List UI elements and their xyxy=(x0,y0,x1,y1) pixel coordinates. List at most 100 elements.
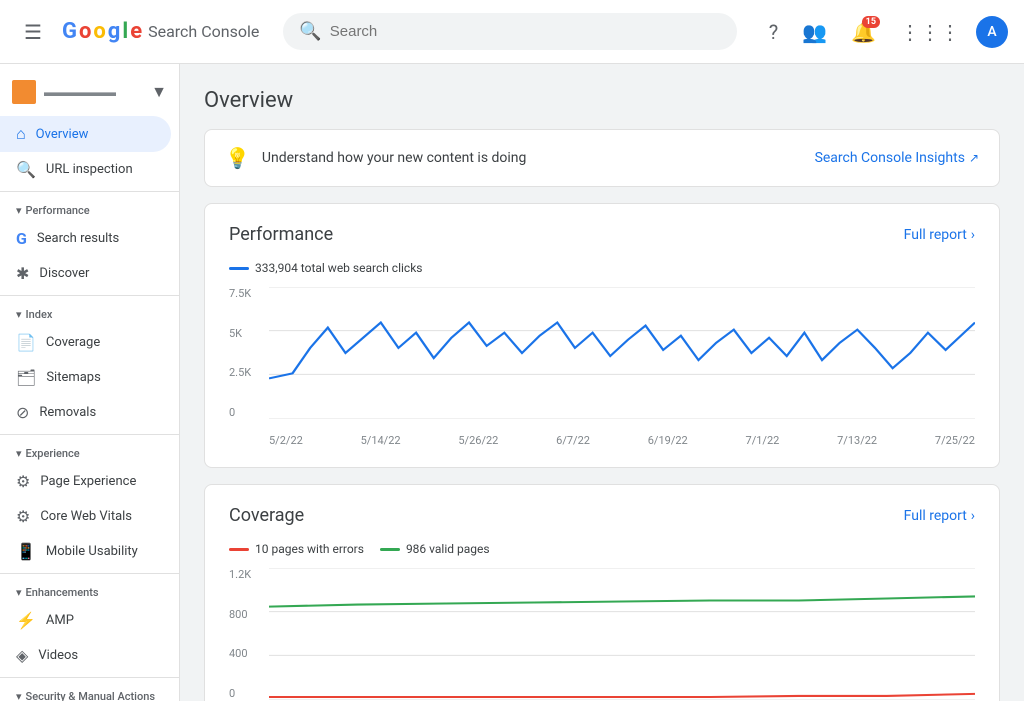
coverage-legend: 10 pages with errors 986 valid pages xyxy=(229,542,975,556)
videos-icon: ◈ xyxy=(16,646,28,665)
app-logo: Google Search Console xyxy=(62,19,259,44)
discover-icon: ✱ xyxy=(16,264,29,283)
x-label: 5/2/22 xyxy=(269,434,303,447)
sidebar-item-coverage[interactable]: 📄 Coverage xyxy=(0,325,171,360)
sidebar-item-mobile-usability[interactable]: 📱 Mobile Usability xyxy=(0,534,171,569)
y-label: 1.2K xyxy=(229,568,265,581)
notification-icon[interactable]: 🔔 15 xyxy=(843,12,884,52)
x-label: 5/26/22 xyxy=(458,434,498,447)
sidebar-item-label: Search results xyxy=(37,231,119,246)
google-g-icon: G xyxy=(16,229,27,248)
section-index[interactable]: ▾ Index xyxy=(0,300,179,325)
performance-card: Performance Full report › 333,904 total … xyxy=(204,203,1000,468)
divider xyxy=(0,295,179,296)
sidebar-item-label: Core Web Vitals xyxy=(40,509,132,524)
section-label: Experience xyxy=(26,447,80,460)
chevron-right-icon: › xyxy=(971,508,975,524)
cwv-icon: ⚙ xyxy=(16,507,30,526)
sidebar-item-videos[interactable]: ◈ Videos xyxy=(0,638,171,673)
coverage-card-header: Coverage Full report › xyxy=(229,505,975,526)
sidebar-item-removals[interactable]: ⊘ Removals xyxy=(0,395,171,430)
insight-left: 💡 Understand how your new content is doi… xyxy=(225,146,526,170)
hamburger-icon[interactable]: ☰ xyxy=(16,12,50,52)
divider xyxy=(0,677,179,678)
logo-o1: o xyxy=(79,19,91,44)
legend-errors: 10 pages with errors xyxy=(229,542,364,556)
app-title: Search Console xyxy=(148,22,259,41)
sidebar-item-label: Removals xyxy=(39,405,96,420)
section-arrow: ▾ xyxy=(16,447,22,460)
section-arrow: ▾ xyxy=(16,586,22,599)
property-icon xyxy=(12,80,36,104)
section-label: Index xyxy=(26,308,53,321)
sidebar-item-amp[interactable]: ⚡ AMP xyxy=(0,603,171,638)
insight-link[interactable]: Search Console Insights ↗ xyxy=(815,150,979,166)
y-label: 800 xyxy=(229,608,265,621)
legend-line-errors xyxy=(229,548,249,551)
topbar-left: ☰ Google Search Console xyxy=(16,12,259,52)
mobile-icon: 📱 xyxy=(16,542,36,561)
section-experience[interactable]: ▾ Experience xyxy=(0,439,179,464)
bulb-icon: 💡 xyxy=(225,146,250,170)
sidebar: ▬▬▬▬▬▬ ▼ ⌂ Overview 🔍 URL inspection ▾ P… xyxy=(0,64,180,701)
x-label: 7/13/22 xyxy=(837,434,877,447)
page-exp-icon: ⚙ xyxy=(16,472,30,491)
sidebar-item-label: Page Experience xyxy=(40,474,136,489)
perf-y-labels: 7.5K 5K 2.5K 0 xyxy=(229,287,265,419)
people-icon[interactable]: 👥 xyxy=(794,12,835,52)
legend-clicks-label: 333,904 total web search clicks xyxy=(255,261,422,275)
performance-title: Performance xyxy=(229,224,333,245)
sidebar-item-label: Overview xyxy=(36,127,89,142)
performance-chart: 7.5K 5K 2.5K 0 xyxy=(229,287,975,447)
x-label: 7/1/22 xyxy=(746,434,780,447)
sidebar-item-label: Mobile Usability xyxy=(46,544,138,559)
search-input[interactable] xyxy=(330,23,721,40)
help-icon[interactable]: ? xyxy=(761,12,786,52)
main-content: Overview 💡 Understand how your new conte… xyxy=(180,64,1024,701)
logo-e: e xyxy=(130,19,142,44)
y-label: 5K xyxy=(229,327,265,340)
property-selector[interactable]: ▬▬▬▬▬▬ ▼ xyxy=(0,72,179,112)
coverage-card: Coverage Full report › 10 pages with err… xyxy=(204,484,1000,701)
cov-y-labels: 1.2K 800 400 0 xyxy=(229,568,265,700)
x-label: 5/14/22 xyxy=(361,434,401,447)
legend-valid: 986 valid pages xyxy=(380,542,490,556)
section-enhancements[interactable]: ▾ Enhancements xyxy=(0,578,179,603)
full-report-label: Full report xyxy=(904,508,967,524)
performance-card-header: Performance Full report › xyxy=(229,224,975,245)
sidebar-item-label: URL inspection xyxy=(46,162,133,177)
sidebar-item-label: Sitemaps xyxy=(46,370,101,385)
search-bar[interactable]: 🔍 xyxy=(283,13,736,50)
sidebar-item-label: Coverage xyxy=(46,335,100,350)
section-label: Enhancements xyxy=(26,586,99,599)
full-report-label: Full report xyxy=(904,227,967,243)
logo-g: G xyxy=(62,19,77,44)
cov-chart-area xyxy=(269,568,975,700)
y-label: 400 xyxy=(229,647,265,660)
sidebar-item-search-results[interactable]: G Search results xyxy=(0,221,171,256)
y-label: 0 xyxy=(229,687,265,700)
topbar-right: ? 👥 🔔 15 ⋮⋮⋮ A xyxy=(761,12,1008,52)
sidebar-item-discover[interactable]: ✱ Discover xyxy=(0,256,171,291)
section-performance[interactable]: ▾ Performance xyxy=(0,196,179,221)
removals-icon: ⊘ xyxy=(16,403,29,422)
y-label: 0 xyxy=(229,406,265,419)
sidebar-item-page-experience[interactable]: ⚙ Page Experience xyxy=(0,464,171,499)
sidebar-item-overview[interactable]: ⌂ Overview xyxy=(0,116,171,152)
divider xyxy=(0,573,179,574)
property-name: ▬▬▬▬▬▬ xyxy=(44,85,143,99)
coverage-full-report-link[interactable]: Full report › xyxy=(904,508,975,524)
section-arrow: ▾ xyxy=(16,690,22,701)
section-security[interactable]: ▾ Security & Manual Actions xyxy=(0,682,179,701)
sidebar-item-sitemaps[interactable]: 🗂 Sitemaps xyxy=(0,360,171,395)
sidebar-item-core-web-vitals[interactable]: ⚙ Core Web Vitals xyxy=(0,499,171,534)
legend-valid-label: 986 valid pages xyxy=(406,542,490,556)
avatar[interactable]: A xyxy=(976,16,1008,48)
y-label: 7.5K xyxy=(229,287,265,300)
sidebar-item-url-inspection[interactable]: 🔍 URL inspection xyxy=(0,152,171,187)
apps-icon[interactable]: ⋮⋮⋮ xyxy=(892,12,968,52)
section-label: Performance xyxy=(26,204,90,217)
logo-o2: o xyxy=(93,19,105,44)
performance-full-report-link[interactable]: Full report › xyxy=(904,227,975,243)
insight-link-text: Search Console Insights xyxy=(815,150,965,166)
